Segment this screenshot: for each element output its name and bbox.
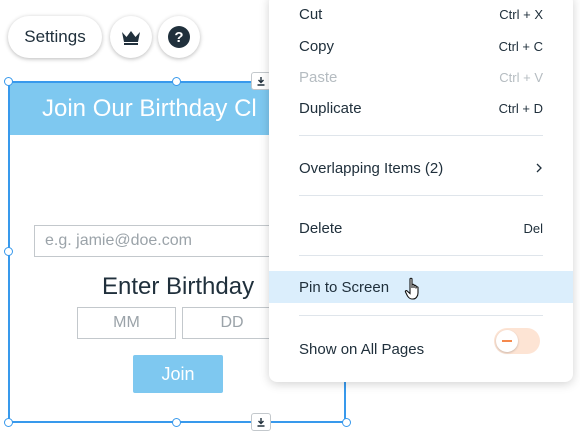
show-on-all-pages-toggle[interactable] <box>494 328 540 354</box>
form-title: Join Our Birthday Cl <box>42 95 257 122</box>
menu-item-copy[interactable]: Copy Ctrl + C <box>269 30 573 62</box>
join-button[interactable]: Join <box>133 355 223 393</box>
help-icon: ? <box>168 26 190 48</box>
menu-divider <box>299 255 543 256</box>
crown-icon <box>122 31 140 45</box>
upgrade-button[interactable] <box>110 16 152 58</box>
copy-shortcut: Ctrl + C <box>498 38 543 54</box>
menu-divider <box>299 315 543 316</box>
day-placeholder: DD <box>220 314 244 331</box>
duplicate-label: Duplicate <box>299 99 362 117</box>
resize-handle-bottom-right[interactable] <box>342 418 351 427</box>
resize-handle-top-left[interactable] <box>4 77 13 86</box>
menu-item-cut[interactable]: Cut Ctrl + X <box>269 0 573 30</box>
overlapping-label: Overlapping Items (2) <box>299 159 444 177</box>
hand-pointer-icon <box>404 277 419 300</box>
cut-shortcut: Ctrl + X <box>499 6 543 22</box>
context-menu: Cut Ctrl + X Copy Ctrl + C Paste Ctrl + … <box>269 0 573 382</box>
menu-item-overlapping-items[interactable]: Overlapping Items (2) <box>269 152 573 184</box>
delete-shortcut: Del <box>523 220 543 236</box>
stretch-top-handle[interactable] <box>251 72 271 90</box>
download-arrow-icon <box>257 418 265 427</box>
help-button[interactable]: ? <box>158 16 200 58</box>
resize-handle-bottom[interactable] <box>172 418 181 427</box>
menu-item-duplicate[interactable]: Duplicate Ctrl + D <box>269 92 573 124</box>
paste-label: Paste <box>299 68 338 86</box>
copy-label: Copy <box>299 37 335 55</box>
settings-button[interactable]: Settings <box>8 16 102 58</box>
email-placeholder: e.g. jamie@doe.com <box>45 232 192 249</box>
paste-shortcut: Ctrl + V <box>499 69 543 85</box>
menu-item-paste: Paste Ctrl + V <box>269 61 573 93</box>
cut-label: Cut <box>299 5 323 23</box>
toggle-knob <box>496 330 518 352</box>
day-input[interactable]: DD <box>182 307 282 339</box>
month-input[interactable]: MM <box>77 307 176 339</box>
delete-label: Delete <box>299 219 343 237</box>
settings-label: Settings <box>24 27 86 46</box>
menu-divider <box>299 195 543 196</box>
enter-birthday-label: Enter Birthday <box>102 273 255 300</box>
stretch-bottom-handle[interactable] <box>251 413 271 431</box>
resize-handle-top[interactable] <box>172 77 181 86</box>
menu-divider <box>299 135 543 136</box>
month-placeholder: MM <box>113 314 140 331</box>
chevron-right-icon <box>536 163 542 173</box>
join-label: Join <box>161 363 195 384</box>
resize-handle-left[interactable] <box>4 247 13 256</box>
menu-item-delete[interactable]: Delete Del <box>269 212 573 244</box>
duplicate-shortcut: Ctrl + D <box>498 100 543 116</box>
resize-handle-bottom-left[interactable] <box>4 418 13 427</box>
download-arrow-icon <box>257 77 265 86</box>
